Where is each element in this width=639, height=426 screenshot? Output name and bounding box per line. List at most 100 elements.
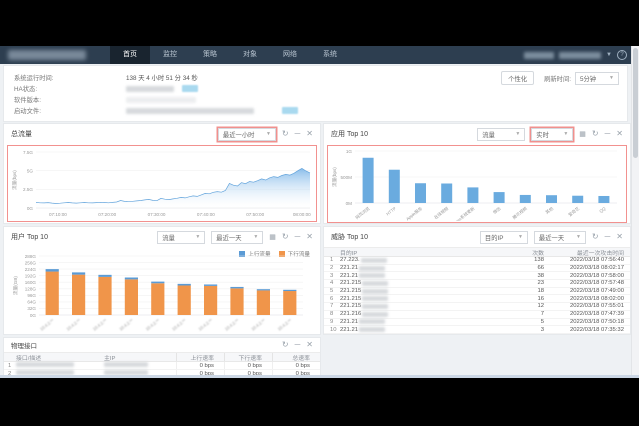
metric-select[interactable]: 流量 ▼: [157, 231, 205, 244]
version-label: 软件版本:: [14, 95, 126, 104]
attack-count: 12: [512, 303, 544, 309]
close-icon[interactable]: ✕: [306, 130, 313, 138]
help-icon[interactable]: ?: [617, 50, 627, 60]
attack-count: 7: [512, 311, 544, 317]
refresh-icon[interactable]: ↻: [282, 130, 289, 138]
col-down-rate: 下行速率: [224, 353, 272, 361]
nav-tab[interactable]: 策略: [190, 46, 230, 64]
row-rank: 3: [330, 273, 340, 279]
refresh-icon[interactable]: ↻: [282, 233, 289, 241]
svg-text:07:40:00: 07:40:00: [197, 212, 215, 217]
nav-tab[interactable]: 监控: [150, 46, 190, 64]
svg-text:10.4.2.**: 10.4.2.**: [118, 318, 134, 332]
refresh-icon[interactable]: ↻: [592, 130, 599, 138]
version-value-redacted: [126, 97, 196, 103]
attack-count: 5: [512, 319, 544, 325]
attack-count: 66: [512, 265, 544, 271]
main-ip-redacted: [104, 362, 148, 367]
col-dest-ip: 目的IP: [340, 248, 512, 257]
ip-prefix: 221.216: [340, 311, 361, 317]
table-view-icon[interactable]: ▦: [579, 131, 586, 138]
svg-text:07:50:00: 07:50:00: [246, 212, 264, 217]
minimize-icon[interactable]: ─: [295, 233, 301, 241]
chevron-down-icon: ▼: [563, 131, 568, 137]
nav-tab[interactable]: 网络: [270, 46, 310, 64]
refresh-icon[interactable]: ↻: [282, 341, 289, 349]
attack-count: 23: [512, 280, 544, 286]
nav-tabs: 首页监控策略对象网络系统: [110, 46, 350, 64]
svg-text:腾讯视频: 腾讯视频: [511, 205, 529, 221]
metric-select[interactable]: 目的IP ▼: [480, 231, 528, 244]
table-row[interactable]: 127.223.1382022/03/18 07:56:40: [324, 257, 630, 265]
svg-text:10.4.2.**: 10.4.2.**: [39, 318, 55, 332]
attack-count: 18: [512, 288, 544, 294]
ip-redacted: [362, 281, 388, 286]
svg-text:5G: 5G: [27, 168, 34, 173]
dest-ip-cell: 27.223.: [340, 257, 512, 263]
last-attack-time: 2022/03/18 07:49:00: [544, 288, 624, 294]
nav-tab[interactable]: 首页: [110, 46, 150, 64]
app-logo: [8, 50, 86, 60]
table-row[interactable]: 8221.21672022/03/18 07:47:39: [324, 311, 630, 319]
ha-status-badge: [182, 85, 198, 92]
svg-text:64G: 64G: [27, 300, 36, 305]
app-top10-bar-chart: 0M500M1G流量(bps)网页浏览HTTPApple服务在线视频Window…: [329, 145, 625, 221]
table-row[interactable]: 4221.215232022/03/18 07:57:48: [324, 280, 630, 288]
table-row[interactable]: 10221.2132022/03/18 07:35:32: [324, 326, 630, 334]
refresh-icon[interactable]: ↻: [592, 233, 599, 241]
scrollbar-thumb[interactable]: [633, 48, 638, 158]
time-range-select[interactable]: 最近一天 ▼: [534, 231, 586, 244]
chevron-down-icon: ▼: [195, 234, 200, 240]
chevron-down-icon: ▼: [515, 131, 520, 137]
table-row[interactable]: 6221.215162022/03/18 08:02:00: [324, 295, 630, 303]
chevron-down-icon[interactable]: ▼: [606, 52, 612, 58]
svg-text:10.4.2.**: 10.4.2.**: [250, 318, 266, 332]
close-icon[interactable]: ✕: [616, 233, 623, 241]
table-row[interactable]: 2221.21662022/03/18 08:02:17: [324, 265, 630, 273]
close-icon[interactable]: ✕: [306, 233, 313, 241]
table-row[interactable]: 10 bps0 bps0 bps: [4, 362, 320, 370]
ip-prefix: 221.21: [340, 273, 358, 279]
svg-text:288G: 288G: [25, 254, 37, 259]
minimize-icon[interactable]: ─: [605, 130, 611, 138]
user-top10-stacked-bar-chart: 0G32G64G96G128G160G192G224G256G288G流量(GB…: [9, 250, 313, 332]
app-top10-header: 应用 Top 10 流量 ▼ 实时 ▼ ▦ ↻ ─ ✕: [324, 124, 630, 144]
boot-file-value-redacted: [126, 108, 254, 114]
close-icon[interactable]: ✕: [616, 130, 623, 138]
nav-tab[interactable]: 系统: [310, 46, 350, 64]
last-attack-time: 2022/03/18 08:02:17: [544, 265, 624, 271]
svg-text:在线视频: 在线视频: [432, 205, 450, 221]
table-row[interactable]: 9221.2152022/03/18 07:50:18: [324, 319, 630, 327]
table-view-icon[interactable]: ▦: [269, 234, 276, 241]
nav-tab[interactable]: 对象: [230, 46, 270, 64]
personalize-button[interactable]: 个性化: [501, 71, 534, 85]
time-range-select[interactable]: 实时 ▼: [531, 128, 573, 141]
minimize-icon[interactable]: ─: [605, 233, 611, 241]
system-info-card: 系统运行时间: 138 天 4 小时 51 分 34 秒 HA状态: 软件版本:…: [4, 66, 627, 121]
ip-redacted: [359, 327, 385, 332]
ip-prefix: 221.215: [340, 296, 361, 302]
dest-ip-cell: 221.215: [340, 303, 512, 309]
table-row[interactable]: 7221.215122022/03/18 07:55:01: [324, 303, 630, 311]
minimize-icon[interactable]: ─: [295, 130, 301, 138]
dest-ip-cell: 221.216: [340, 311, 512, 317]
metric-select[interactable]: 流量 ▼: [477, 128, 525, 141]
time-range-select[interactable]: 最近一小时 ▼: [218, 128, 276, 141]
table-row[interactable]: 3221.21382022/03/18 07:58:00: [324, 272, 630, 280]
threat-table-rows: 127.223.1382022/03/18 07:56:402221.21662…: [324, 257, 630, 334]
threat-table-header: 目的IP 次数 最近一次攻击时间: [324, 247, 630, 257]
panel-title: 物理接口: [11, 340, 37, 350]
user-top10-header: 用户 Top 10 流量 ▼ 最近一天 ▼ ▦ ↻ ─ ✕: [4, 227, 320, 247]
interface-name-cell: [16, 362, 104, 368]
time-range-select[interactable]: 最近一天 ▼: [211, 231, 263, 244]
account-name-redacted[interactable]: [559, 52, 601, 59]
close-icon[interactable]: ✕: [306, 341, 313, 349]
minimize-icon[interactable]: ─: [295, 341, 301, 349]
vertical-scrollbar[interactable]: [631, 46, 639, 378]
refresh-interval-select[interactable]: 5分钟 ▼: [575, 72, 619, 85]
boot-file-label: 启动文件:: [14, 106, 126, 115]
total-rate-cell: 0 bps: [272, 362, 320, 369]
last-attack-time: 2022/03/18 08:02:00: [544, 296, 624, 302]
svg-text:08:00:00: 08:00:00: [293, 212, 311, 217]
table-row[interactable]: 5221.215182022/03/18 07:49:00: [324, 288, 630, 296]
